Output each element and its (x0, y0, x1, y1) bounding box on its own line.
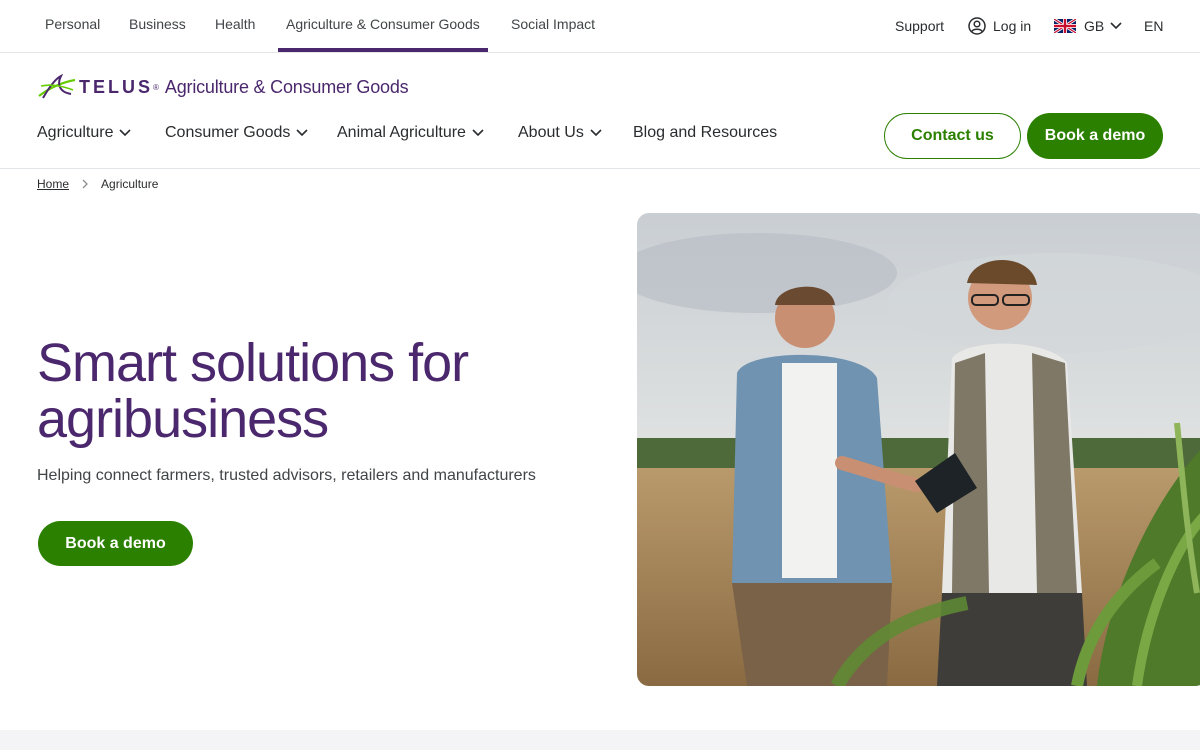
nav-consumer-goods-label: Consumer Goods (165, 124, 291, 141)
nav-about-us[interactable]: About Us (518, 124, 602, 142)
next-section-band (0, 730, 1200, 750)
nav-agriculture[interactable]: Agriculture (37, 124, 132, 142)
breadcrumb-home[interactable]: Home (37, 177, 69, 191)
nav-blog-label: Blog and Resources (633, 124, 778, 141)
top-utility-bar: Personal Business Health Agriculture & C… (0, 0, 1200, 53)
hero-title: Smart solutions for agribusiness (37, 335, 597, 447)
segment-health[interactable]: Health (215, 0, 255, 52)
nav-animal-agriculture[interactable]: Animal Agriculture (337, 124, 484, 142)
breadcrumb: Home Agriculture (37, 177, 158, 191)
segment-business[interactable]: Business (129, 0, 186, 52)
uk-flag-icon (1054, 19, 1076, 33)
login-link[interactable]: Log in (968, 0, 1031, 52)
farmers-field-photo (637, 213, 1200, 686)
support-link[interactable]: Support (895, 0, 944, 52)
nav-animal-agriculture-label: Animal Agriculture (337, 124, 466, 141)
segment-personal[interactable]: Personal (45, 0, 100, 52)
language-selector[interactable]: EN (1144, 0, 1163, 52)
user-circle-icon (968, 17, 986, 35)
nav-agriculture-label: Agriculture (37, 124, 114, 141)
brand-subtitle: Agriculture & Consumer Goods (164, 76, 409, 97)
header-book-demo-button[interactable]: Book a demo (1027, 113, 1163, 159)
trademark-mark: ® (153, 82, 159, 92)
contact-us-button[interactable]: Contact us (884, 113, 1021, 159)
chevron-down-icon (1110, 22, 1122, 30)
segment-agriculture-consumer-goods[interactable]: Agriculture & Consumer Goods (278, 0, 488, 52)
chevron-down-icon (119, 129, 132, 137)
login-label: Log in (993, 18, 1032, 34)
chevron-right-icon (82, 179, 88, 189)
hero-title-line-2: agribusiness (37, 389, 329, 449)
hero-title-line-1: Smart solutions for (37, 333, 469, 393)
brand-logo[interactable]: TELUS ® Agriculture & Consumer Goods (37, 73, 409, 101)
nav-about-us-label: About Us (518, 124, 584, 141)
nav-blog-and-resources[interactable]: Blog and Resources (633, 124, 777, 142)
hero-image (637, 213, 1200, 686)
chevron-down-icon (590, 129, 602, 137)
region-selector[interactable]: GB (1054, 0, 1122, 52)
hero-book-demo-button[interactable]: Book a demo (38, 521, 193, 566)
main-header: TELUS ® Agriculture & Consumer Goods Agr… (0, 53, 1200, 169)
nav-consumer-goods[interactable]: Consumer Goods (165, 124, 308, 142)
telus-logo-icon (38, 74, 76, 99)
breadcrumb-current: Agriculture (101, 177, 159, 191)
segment-social-impact[interactable]: Social Impact (511, 0, 595, 52)
chevron-down-icon (472, 129, 484, 137)
hero-subtitle: Helping connect farmers, trusted advisor… (37, 467, 536, 484)
chevron-down-icon (296, 129, 308, 137)
brand-name: TELUS (79, 76, 154, 97)
region-label: GB (1084, 18, 1105, 34)
